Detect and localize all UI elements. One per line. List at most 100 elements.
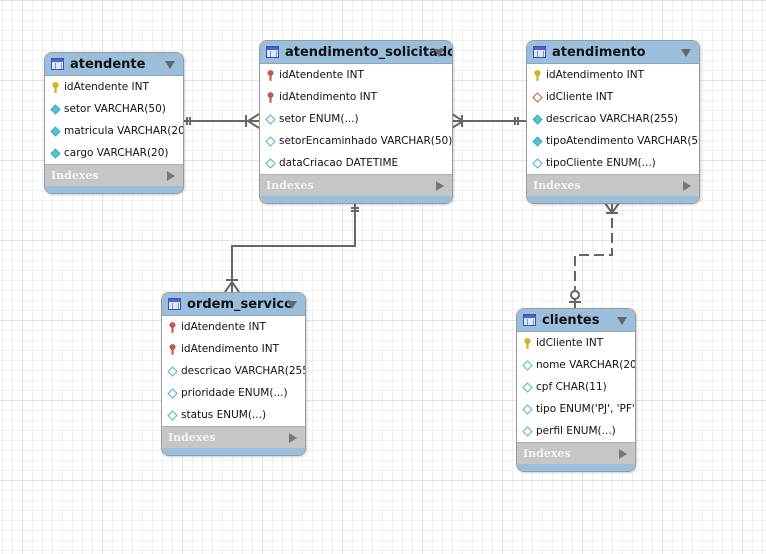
indexes-label: Indexes <box>533 179 581 192</box>
not-null-column-icon <box>50 125 61 137</box>
indexes-section[interactable]: Indexes <box>260 174 452 196</box>
column-label: descricao VARCHAR(255) <box>181 365 306 377</box>
nullable-column-icon <box>522 359 533 371</box>
not-null-column-icon <box>50 103 61 115</box>
column-row[interactable]: idCliente INT <box>527 86 699 108</box>
column-label: tipo ENUM('PJ', 'PF') <box>536 403 636 415</box>
table-footer <box>162 448 305 455</box>
column-label: tipoAtendimento VARCHAR(50) <box>546 135 700 147</box>
column-label: perfil ENUM(...) <box>536 425 616 437</box>
column-label: nome VARCHAR(20) <box>536 359 636 371</box>
column-row[interactable]: idAtendimento INT <box>527 64 699 86</box>
nullable-column-icon <box>167 409 178 421</box>
table-footer <box>517 464 635 471</box>
table-icon <box>168 298 181 310</box>
table-header[interactable]: atendimento <box>527 41 699 64</box>
collapse-toggle-icon[interactable] <box>165 61 175 69</box>
column-list: idAtendente INT setor VARCHAR(50) matricul… <box>45 76 183 164</box>
table-title: atendente <box>70 56 146 72</box>
table-icon <box>51 58 64 70</box>
primary-key-icon <box>522 337 533 349</box>
column-label: tipoCliente ENUM(...) <box>546 157 656 169</box>
column-list: idAtendimento INT idCliente INT descricao … <box>527 64 699 174</box>
column-row[interactable]: idAtendente INT <box>45 76 183 98</box>
column-row[interactable]: idAtendimento INT <box>260 86 452 108</box>
table-icon <box>533 46 546 58</box>
indexes-label: Indexes <box>266 179 314 192</box>
collapse-toggle-icon[interactable] <box>287 301 297 309</box>
indexes-section[interactable]: Indexes <box>527 174 699 196</box>
nullable-column-icon <box>265 113 276 125</box>
table-ordem-servico[interactable]: ordem_servico idAtendente INT idAtendimen… <box>161 292 306 456</box>
table-atendimento[interactable]: atendimento idAtendimento INT idCliente I… <box>526 40 700 204</box>
column-row[interactable]: tipoAtendimento VARCHAR(50) <box>527 130 699 152</box>
not-null-column-icon <box>532 135 543 147</box>
column-label: descricao VARCHAR(255) <box>546 113 678 125</box>
column-row[interactable]: nome VARCHAR(20) <box>517 354 635 376</box>
expand-arrow-icon[interactable] <box>683 181 691 191</box>
column-row[interactable]: idAtendente INT <box>260 64 452 86</box>
table-title: ordem_servico <box>187 296 294 312</box>
foreign-primary-key-icon <box>167 343 178 355</box>
expand-arrow-icon[interactable] <box>619 449 627 459</box>
column-row[interactable]: idCliente INT <box>517 332 635 354</box>
expand-arrow-icon[interactable] <box>436 181 444 191</box>
relationship-atendimento-solicitado-ordem-servico[interactable] <box>224 203 359 293</box>
table-header[interactable]: clientes <box>517 309 635 332</box>
expand-arrow-icon[interactable] <box>167 171 175 181</box>
table-title: atendimento <box>552 44 646 60</box>
column-list: idAtendente INT idAtendimento INT setor EN… <box>260 64 452 174</box>
nullable-column-icon <box>522 381 533 393</box>
column-row[interactable]: perfil ENUM(...) <box>517 420 635 442</box>
relationship-atendente-atendimento-solicitado[interactable] <box>183 113 260 129</box>
indexes-label: Indexes <box>168 431 216 444</box>
column-label: idAtendente INT <box>181 321 266 333</box>
zero-mark <box>570 290 580 300</box>
column-row[interactable]: idAtendente INT <box>162 316 305 338</box>
table-header[interactable]: atendente <box>45 53 183 76</box>
column-row[interactable]: descricao VARCHAR(255) <box>527 108 699 130</box>
indexes-section[interactable]: Indexes <box>162 426 305 448</box>
nullable-column-icon <box>265 135 276 147</box>
table-icon <box>523 314 536 326</box>
collapse-toggle-icon[interactable] <box>681 49 691 57</box>
relationship-clientes-atendimento[interactable] <box>569 202 620 308</box>
column-row[interactable]: cpf CHAR(11) <box>517 376 635 398</box>
column-row[interactable]: tipo ENUM('PJ', 'PF') <box>517 398 635 420</box>
collapse-toggle-icon[interactable] <box>434 49 444 57</box>
column-row[interactable]: status ENUM(...) <box>162 404 305 426</box>
column-row[interactable]: cargo VARCHAR(20) <box>45 142 183 164</box>
not-null-column-icon <box>532 113 543 125</box>
column-row[interactable]: idAtendimento INT <box>162 338 305 360</box>
table-atendente[interactable]: atendente idAtendente INT setor VARCHAR(5… <box>44 52 184 194</box>
table-atendimento-solicitado[interactable]: atendimento_solicitado idAtendente INT id… <box>259 40 453 204</box>
nullable-column-icon <box>167 365 178 377</box>
indexes-section[interactable]: Indexes <box>45 164 183 186</box>
relationship-atendimento-atendimento-solicitado[interactable] <box>451 113 526 129</box>
collapse-toggle-icon[interactable] <box>617 317 627 325</box>
column-row[interactable]: dataCriacao DATETIME <box>260 152 452 174</box>
table-header[interactable]: ordem_servico <box>162 293 305 316</box>
not-null-column-icon <box>50 147 61 159</box>
column-list: idAtendente INT idAtendimento INT descrica… <box>162 316 305 426</box>
primary-key-icon <box>532 69 543 81</box>
column-row[interactable]: descricao VARCHAR(255) <box>162 360 305 382</box>
column-label: idAtendimento INT <box>546 69 644 81</box>
column-row[interactable]: setorEncaminhado VARCHAR(50) <box>260 130 452 152</box>
table-header[interactable]: atendimento_solicitado <box>260 41 452 64</box>
column-label: idAtendimento INT <box>279 91 377 103</box>
table-footer <box>45 186 183 193</box>
column-label: status ENUM(...) <box>181 409 267 421</box>
column-row[interactable]: matricula VARCHAR(20) <box>45 120 183 142</box>
column-row[interactable]: prioridade ENUM(...) <box>162 382 305 404</box>
column-label: idCliente INT <box>536 337 604 349</box>
column-row[interactable]: tipoCliente ENUM(...) <box>527 152 699 174</box>
column-row[interactable]: setor VARCHAR(50) <box>45 98 183 120</box>
expand-arrow-icon[interactable] <box>289 433 297 443</box>
indexes-section[interactable]: Indexes <box>517 442 635 464</box>
column-label: dataCriacao DATETIME <box>279 157 399 169</box>
table-clientes[interactable]: clientes idCliente INT nome VARCHAR(20) cp… <box>516 308 636 472</box>
column-label: cargo VARCHAR(20) <box>64 147 169 159</box>
column-row[interactable]: setor ENUM(...) <box>260 108 452 130</box>
column-list: idCliente INT nome VARCHAR(20) cpf CHAR(11… <box>517 332 635 442</box>
